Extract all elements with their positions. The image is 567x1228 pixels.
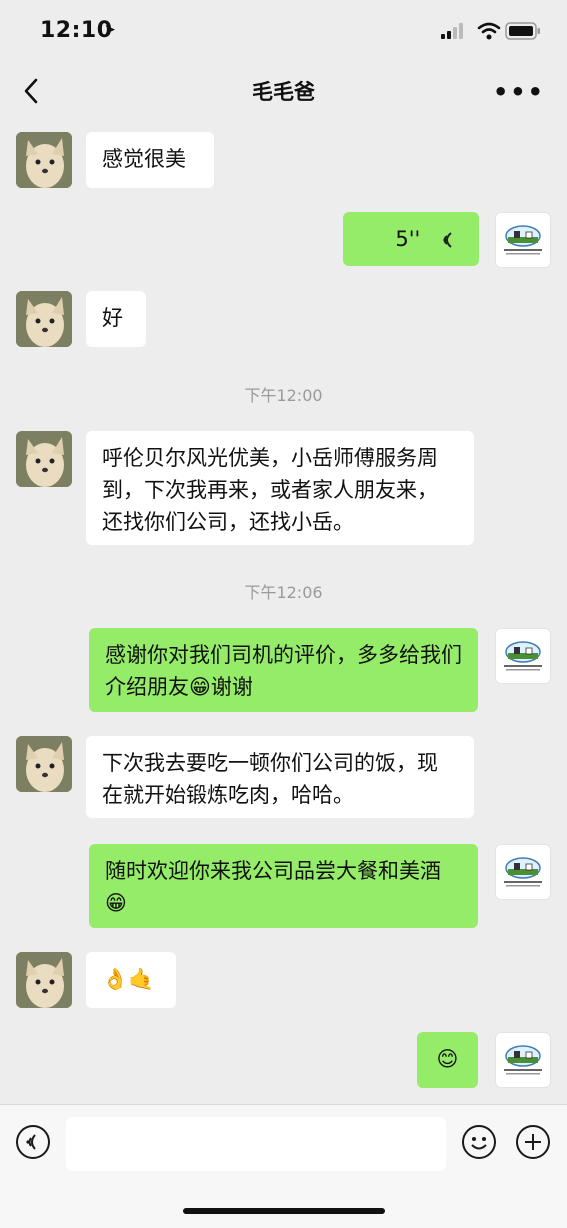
message-text: 呼伦贝尔风光优美，小岳师傅服务周到，下次我再来，或者家人朋友来，还找你们公司，还… [102,446,438,534]
home-indicator [183,1208,385,1214]
avatar[interactable] [16,736,72,792]
message-text: 好 [102,306,123,330]
status-time: 12:10 [40,18,113,43]
avatar[interactable] [495,844,551,900]
message-text: 感谢你对我们司机的评价，多多给我们介绍朋友😁谢谢 [105,643,462,699]
voice-wave-icon [443,232,452,248]
avatar[interactable] [16,132,72,188]
cellular-signal-icon [441,23,463,39]
avatar[interactable] [495,212,551,268]
message-bubble[interactable]: 😊 [417,1032,478,1088]
message-timestamp: 下午12:06 [244,583,323,602]
avatar[interactable] [495,1032,551,1088]
message-bubble[interactable]: 👌🤙 [86,952,176,1008]
add-icon[interactable] [516,1125,550,1159]
message-bubble[interactable]: 下次我去要吃一顿你们公司的饭，现在就开始锻炼吃肉，哈哈。 [86,736,474,818]
status-bar: 12:10 ➤ [0,0,567,62]
avatar[interactable] [16,431,72,487]
more-button[interactable]: ••• [493,78,545,106]
message-text: 随时欢迎你来我公司品尝大餐和美酒😁 [105,859,441,915]
emoji-icon[interactable] [462,1125,496,1159]
message-input[interactable] [66,1117,446,1171]
message-text: 👌🤙 [102,967,155,991]
avatar[interactable] [16,952,72,1008]
voice-duration: 5'' [395,227,421,251]
chat-header: 毛毛爸 ••• [0,62,567,120]
message-bubble[interactable]: 好 [86,291,146,347]
message-bubble[interactable]: 随时欢迎你来我公司品尝大餐和美酒😁 [89,844,478,928]
voice-message-bubble[interactable]: 5'' [343,212,479,266]
voice-icon[interactable] [16,1125,50,1159]
message-bubble[interactable]: 感觉很美 [86,132,214,188]
message-timestamp: 下午12:00 [244,386,323,405]
message-text: 感觉很美 [102,147,186,171]
battery-icon [505,22,540,40]
message-bubble[interactable]: 呼伦贝尔风光优美，小岳师傅服务周到，下次我再来，或者家人朋友来，还找你们公司，还… [86,431,474,545]
wifi-icon [477,22,501,40]
location-arrow-icon: ➤ [104,22,116,38]
chat-title: 毛毛爸 [252,80,315,104]
message-text: 下次我去要吃一顿你们公司的饭，现在就开始锻炼吃肉，哈哈。 [102,751,438,807]
avatar[interactable] [495,628,551,684]
message-text: 😊 [436,1047,459,1071]
avatar[interactable] [16,291,72,347]
message-bubble[interactable]: 感谢你对我们司机的评价，多多给我们介绍朋友😁谢谢 [89,628,478,712]
